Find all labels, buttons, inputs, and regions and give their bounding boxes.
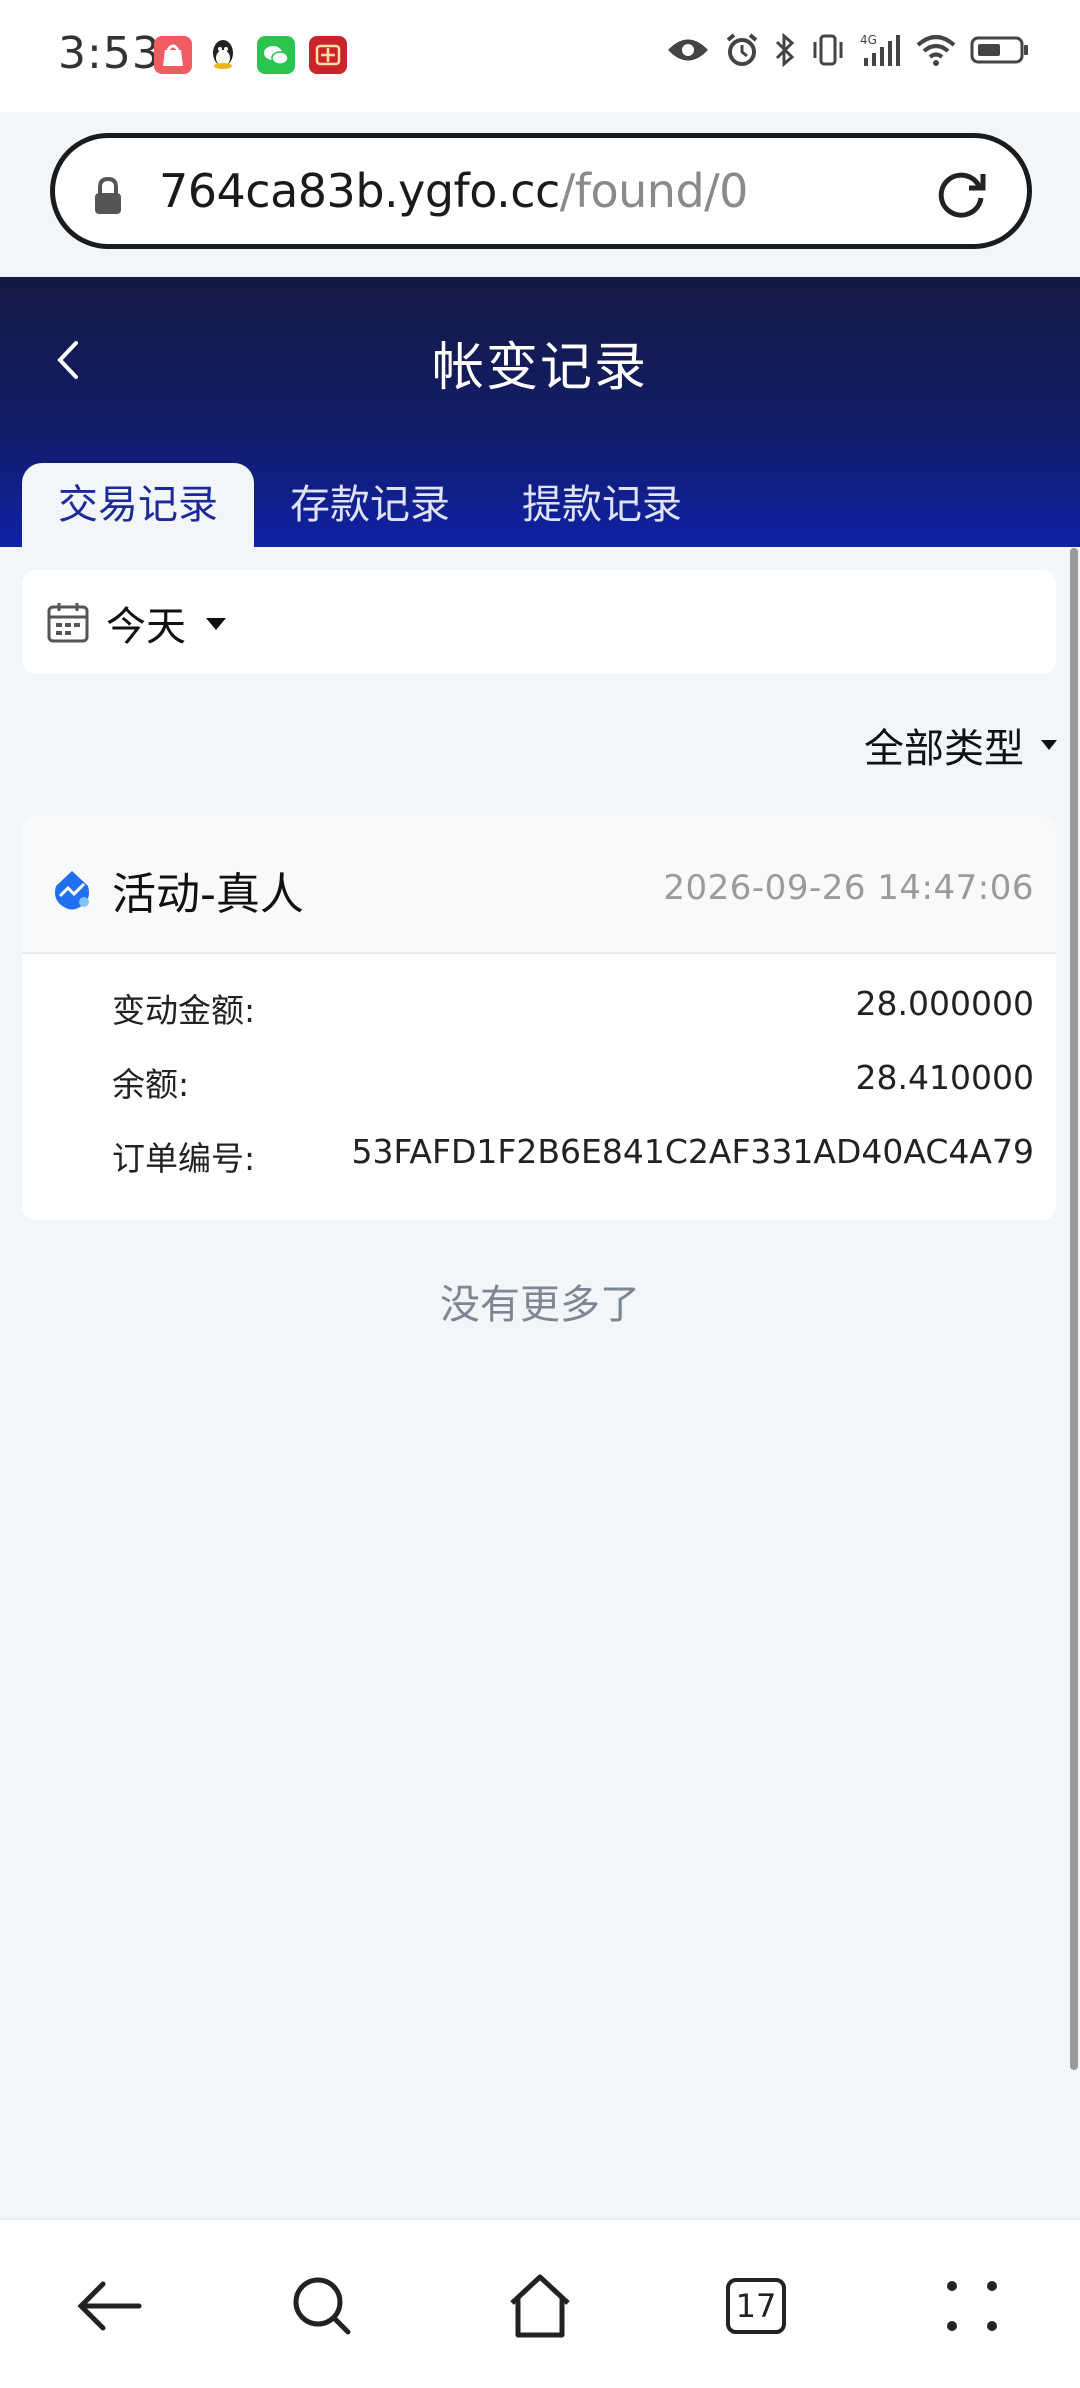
eye-icon	[668, 39, 708, 61]
bluetooth-icon	[775, 32, 795, 68]
nav-menu-button[interactable]	[932, 2266, 1012, 2346]
tab-deposits[interactable]: 存款记录	[254, 463, 486, 547]
qq-icon	[204, 36, 242, 74]
record-title: 活动-真人	[112, 869, 304, 920]
row-value: 28.410000	[855, 1058, 1034, 1097]
no-more-text: 没有更多了	[440, 1282, 640, 1328]
record-row-balance: 余额: 28.410000	[112, 1058, 1034, 1108]
tab-transactions[interactable]: 交易记录	[22, 463, 254, 547]
record-tabs: 交易记录 存款记录 提款记录	[22, 463, 718, 547]
app-red-icon	[309, 36, 347, 74]
type-filter-label: 全部类型	[864, 726, 1024, 772]
nav-search-button[interactable]	[282, 2266, 362, 2346]
record-row-amount: 变动金额: 28.000000	[112, 984, 1034, 1034]
alarm-icon	[726, 33, 758, 66]
battery-icon	[970, 36, 1028, 64]
row-key: 变动金额:	[112, 991, 256, 1030]
url-text[interactable]: 764ca83b.ygfo.cc/found/0	[159, 164, 748, 218]
row-value[interactable]: 53FAFD1F2B6E841C2AF331AD40AC4A79	[351, 1132, 1034, 1171]
nav-back-button[interactable]	[68, 2266, 148, 2346]
nav-home-button[interactable]	[500, 2266, 580, 2346]
wechat-icon	[257, 36, 295, 74]
vibrate-icon	[813, 34, 843, 66]
lock-icon	[95, 176, 121, 214]
home-icon	[510, 2274, 570, 2338]
record-card: 活动-真人 2026-09-26 14:47:06 变动金额: 28.00000…	[22, 816, 1056, 1220]
record-header: 活动-真人 2026-09-26 14:47:06	[22, 816, 1056, 954]
row-key: 订单编号:	[112, 1139, 256, 1178]
url-host: 764ca83b.ygfo.cc	[159, 164, 560, 218]
nav-tabs-button[interactable]: 17	[716, 2266, 796, 2346]
date-filter-label: 今天	[106, 604, 186, 650]
tab-count-badge: 17	[726, 2278, 786, 2334]
caret-down-icon	[206, 618, 226, 630]
shopping-app-icon	[154, 36, 192, 74]
browser-bottom-nav: 17	[0, 2218, 1080, 2388]
search-icon	[293, 2277, 351, 2335]
url-bar[interactable]: 764ca83b.ygfo.cc/found/0	[50, 133, 1032, 249]
reload-icon[interactable]	[931, 164, 991, 224]
date-filter[interactable]: 今天	[22, 570, 1056, 674]
menu-dots-icon	[947, 2281, 997, 2331]
status-time: 3:53	[58, 28, 161, 79]
activity-icon	[55, 871, 89, 910]
back-arrow-icon	[77, 2281, 142, 2331]
type-filter[interactable]: 全部类型	[864, 716, 1058, 774]
row-key: 余额:	[112, 1065, 190, 1104]
tab-withdrawals[interactable]: 提款记录	[486, 463, 718, 547]
page-title: 帐变记录	[431, 338, 648, 398]
status-bar: 3:53 4G	[0, 0, 1080, 112]
calendar-icon	[47, 603, 89, 643]
record-time: 2026-09-26 14:47:06	[663, 868, 1034, 908]
page-header: 帐变记录 交易记录 存款记录 提款记录	[0, 277, 1080, 547]
row-value: 28.000000	[855, 984, 1034, 1023]
url-path: /found/0	[559, 164, 749, 218]
svg-text:4G: 4G	[860, 33, 877, 47]
caret-down-icon	[1041, 740, 1057, 750]
status-icons: 4G	[666, 32, 1030, 68]
record-row-order-id: 订单编号: 53FAFD1F2B6E841C2AF331AD40AC4A79	[112, 1132, 1034, 1182]
scrollbar[interactable]	[1070, 548, 1078, 2070]
wifi-icon	[916, 35, 956, 66]
signal-4g-icon: 4G	[860, 33, 900, 66]
